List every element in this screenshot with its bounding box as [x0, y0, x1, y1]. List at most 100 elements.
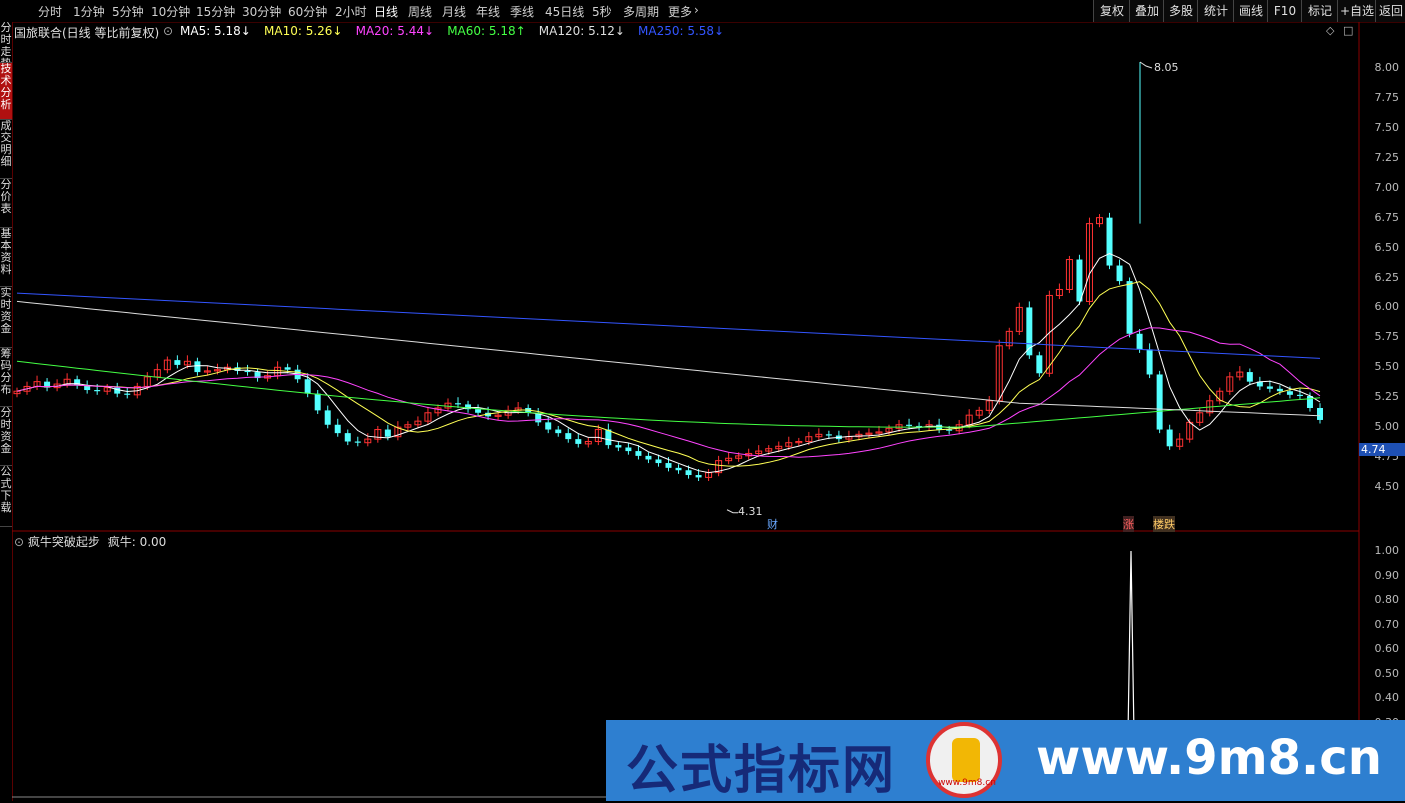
brand-logo: www.9m8.cn	[926, 722, 1002, 798]
ma60-line	[16, 360, 1321, 428]
dropdown-icon[interactable]: ⊙	[163, 24, 173, 38]
candle-down	[94, 390, 101, 392]
price-tick: 6.00	[1374, 300, 1400, 314]
candle-down	[1126, 281, 1133, 334]
price-tick: 5.00	[1374, 420, 1400, 434]
candle-down	[575, 439, 582, 444]
indicator-name: 疯牛突破起步	[27, 535, 100, 549]
candlesticks	[13, 61, 1323, 514]
candle-down	[124, 393, 131, 395]
candle-down	[244, 370, 251, 373]
candle-down	[1166, 429, 1173, 447]
diamond-icon[interactable]: ◇	[1326, 24, 1334, 37]
candle-down	[635, 451, 642, 456]
window-icon[interactable]: □	[1343, 24, 1353, 37]
high-price-label: 8.05	[1154, 61, 1179, 74]
price-tick: 6.75	[1374, 210, 1400, 224]
candle-down	[605, 429, 612, 446]
candle-down	[685, 470, 692, 476]
candle-down	[304, 379, 311, 394]
candle-down	[1116, 265, 1123, 282]
candle-down	[565, 433, 572, 440]
candle-down	[324, 410, 331, 425]
candle-down	[1036, 355, 1043, 374]
high-pointer	[1139, 61, 1153, 69]
candle-down	[344, 433, 351, 442]
candle-down	[906, 424, 913, 426]
price-tick: 6.50	[1374, 240, 1400, 254]
price-tick: 7.50	[1374, 120, 1400, 134]
indicator-tick: 1.00	[1374, 544, 1400, 557]
indicator-tick: 0.40	[1374, 691, 1400, 704]
ma-legend-item: MA250: 5.58↓	[638, 24, 725, 38]
candle-down	[825, 434, 832, 436]
price-tick: 5.75	[1374, 330, 1400, 344]
candle-down	[354, 441, 361, 443]
logo-figure	[952, 738, 980, 782]
price-tick: 5.25	[1374, 390, 1400, 404]
candle-down	[1286, 391, 1293, 395]
watermark-banner: 公式指标网 www.9m8.cn www.9m8.cn	[606, 720, 1405, 801]
candle-down	[555, 429, 562, 434]
indicator-tick: 0.50	[1374, 666, 1400, 680]
price-tick: 7.75	[1374, 90, 1400, 104]
candle-down	[675, 467, 682, 471]
candle-down	[1106, 217, 1113, 266]
moving-average-lines	[16, 253, 1321, 474]
price-tick: 8.00	[1374, 61, 1400, 74]
candle-down	[1306, 396, 1313, 408]
candle-down	[645, 455, 652, 460]
price-tick: 6.25	[1374, 270, 1400, 284]
indicator-header: ⊙ 疯牛突破起步 疯牛: 0.00	[14, 533, 166, 550]
limit-up-marker[interactable]: 涨	[1123, 516, 1134, 532]
candle-down	[655, 459, 662, 464]
ma250-line	[16, 292, 1321, 359]
ma-legend-item: MA10: 5.26↓	[264, 24, 343, 38]
candle-down	[384, 429, 391, 437]
ma-legend-item: MA20: 5.44↓	[355, 24, 435, 38]
candle-down	[1156, 374, 1163, 430]
candle-down	[455, 403, 462, 405]
dropdown-icon[interactable]: ⊙	[14, 535, 24, 549]
candle-down	[475, 409, 482, 413]
candle-down	[314, 393, 321, 411]
candle-down	[174, 360, 181, 365]
indicator-tick: 0.70	[1374, 617, 1400, 631]
price-tick: 5.50	[1374, 360, 1400, 374]
price-tick: 4.50	[1374, 480, 1400, 493]
candle-down	[284, 367, 291, 370]
finance-marker[interactable]: 财	[767, 516, 778, 532]
low-price-label: 4.31	[738, 505, 763, 518]
indicator-tick: 0.60	[1374, 642, 1400, 655]
candle-down	[194, 361, 201, 373]
ma-legend-item: MA60: 5.18↑	[447, 24, 526, 38]
indicator-tick: 0.90	[1374, 568, 1400, 582]
low-pointer	[726, 509, 738, 514]
brand-name: 公式指标网	[626, 741, 897, 801]
candle-down	[625, 447, 632, 452]
candle-down	[545, 422, 552, 430]
kline-chart[interactable]	[0, 0, 1405, 801]
candle-down	[334, 424, 341, 434]
drop-marker[interactable]: 楼跌	[1153, 516, 1175, 532]
ma120-line	[16, 300, 1321, 417]
price-tick: 7.25	[1374, 150, 1400, 164]
ma-legend-item: MA5: 5.18↓	[180, 24, 251, 38]
ma-legend-item: MA120: 5.12↓	[538, 24, 625, 38]
indicator-value: 疯牛: 0.00	[107, 535, 167, 549]
candle-down	[1276, 388, 1283, 392]
ma20-line	[16, 327, 1321, 458]
ma5-line	[16, 253, 1321, 474]
candle-down	[1296, 394, 1303, 397]
stock-title: 国旅联合(日线 等比前复权)	[14, 26, 160, 40]
candle-down	[1317, 407, 1323, 420]
brand-url: www.9m8.cn	[1036, 730, 1382, 786]
candle-down	[615, 445, 622, 448]
ma10-line	[16, 281, 1321, 467]
candle-down	[695, 475, 702, 478]
candle-down	[665, 463, 672, 468]
candle-down	[1076, 259, 1083, 302]
candle-down	[1246, 372, 1253, 382]
candle-down	[1136, 333, 1143, 350]
price-tick: 7.00	[1374, 180, 1400, 194]
